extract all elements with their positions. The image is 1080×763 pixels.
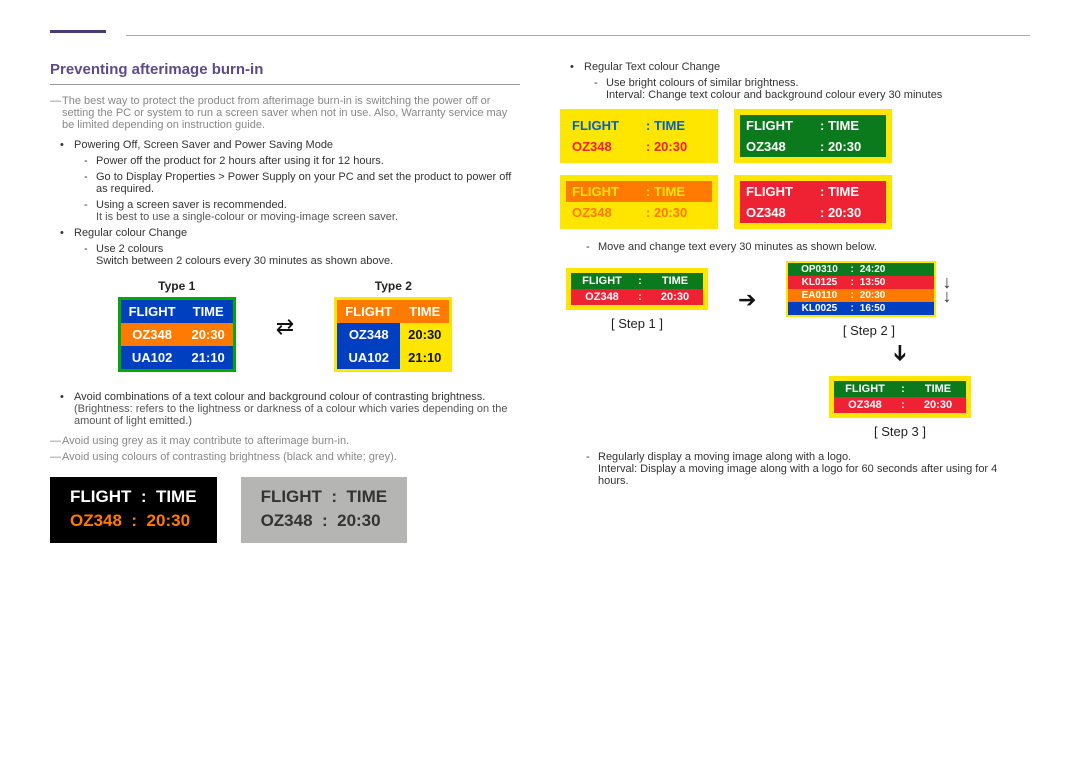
bullet-avoid-contrast: Avoid combinations of a text colour and … xyxy=(74,391,520,427)
sub-power-off-2h: Power off the product for 2 hours after … xyxy=(88,155,520,167)
sub-move-change: Move and change text every 30 minutes as… xyxy=(590,241,1030,253)
sub-use-2-colours: Use 2 colours Switch between 2 colours e… xyxy=(88,243,520,267)
down-arrows-icon: ↓↓ xyxy=(942,275,951,303)
warn-grey: Avoid using grey as it may contribute to… xyxy=(50,435,520,447)
left-column: Preventing afterimage burn-in The best w… xyxy=(50,61,520,543)
arrow-down-icon: ➔ xyxy=(887,344,913,362)
header-rule-line xyxy=(126,35,1030,36)
step2-card: OP0310:24:20 KL0125:13:50 EA0110:20:30 K… xyxy=(786,261,936,317)
intro-text: The best way to protect the product from… xyxy=(50,95,520,131)
double-arrow-icon: ⇄ xyxy=(276,314,294,340)
bullet-regular-text-colour: Regular Text colour Change Use bright co… xyxy=(584,61,1030,101)
type1-table: FLIGHTTIME OZ34820:30 UA10221:10 xyxy=(118,297,236,372)
sub-display-properties: Go to Display Properties > Power Supply … xyxy=(88,171,520,195)
card-green-bg: FLIGHT: TIME OZ348: 20:30 xyxy=(734,109,892,163)
card-blue-red: FLIGHT: TIME OZ348: 20:30 xyxy=(560,109,718,163)
black-card: FLIGHT : TIME OZ348 : 20:30 xyxy=(50,477,217,543)
right-column: Regular Text colour Change Use bright co… xyxy=(560,61,1030,543)
section-rule xyxy=(50,84,520,85)
steps-diagram: FLIGHT:TIME OZ348:20:30 [ Step 1 ] ➔ OP0… xyxy=(560,261,1030,338)
bullet-colour-change: Regular colour Change Use 2 colours Swit… xyxy=(74,227,520,267)
type1-label: Type 1 xyxy=(118,279,236,293)
card-orange-text: FLIGHT: TIME OZ348: 20:30 xyxy=(560,175,718,229)
card-red-bg: FLIGHT: TIME OZ348: 20:30 xyxy=(734,175,892,229)
type2-label: Type 2 xyxy=(334,279,452,293)
four-card-row2: FLIGHT: TIME OZ348: 20:30 FLIGHT: TIME O… xyxy=(560,175,1030,229)
sub-moving-image: Regularly display a moving image along w… xyxy=(590,451,1030,487)
bullet-powering-off: Powering Off, Screen Saver and Power Sav… xyxy=(74,139,520,223)
sub-bright-colours: Use bright colours of similar brightness… xyxy=(598,77,1030,101)
step2-label: [ Step 2 ] xyxy=(786,323,951,338)
step3-label: [ Step 3 ] xyxy=(770,424,1030,439)
sub-screensaver: Using a screen saver is recommended. It … xyxy=(88,199,520,223)
type2-table: FLIGHTTIME OZ34820:30 UA10221:10 xyxy=(334,297,452,372)
step1-label: [ Step 1 ] xyxy=(566,316,708,331)
four-card-row1: FLIGHT: TIME OZ348: 20:30 FLIGHT: TIME O… xyxy=(560,109,1030,163)
type-comparison-row: Type 1 FLIGHTTIME OZ34820:30 UA10221:10 … xyxy=(50,279,520,375)
arrow-right-icon: ➔ xyxy=(738,287,756,313)
section-title: Preventing afterimage burn-in xyxy=(50,61,520,78)
step3-card: FLIGHT:TIME OZ348:20:30 xyxy=(829,376,971,418)
grey-card: FLIGHT : TIME OZ348 : 20:30 xyxy=(241,477,408,543)
header-accent xyxy=(50,30,106,33)
step1-card: FLIGHT:TIME OZ348:20:30 xyxy=(566,268,708,310)
warn-contrast: Avoid using colours of contrasting brigh… xyxy=(50,451,520,463)
